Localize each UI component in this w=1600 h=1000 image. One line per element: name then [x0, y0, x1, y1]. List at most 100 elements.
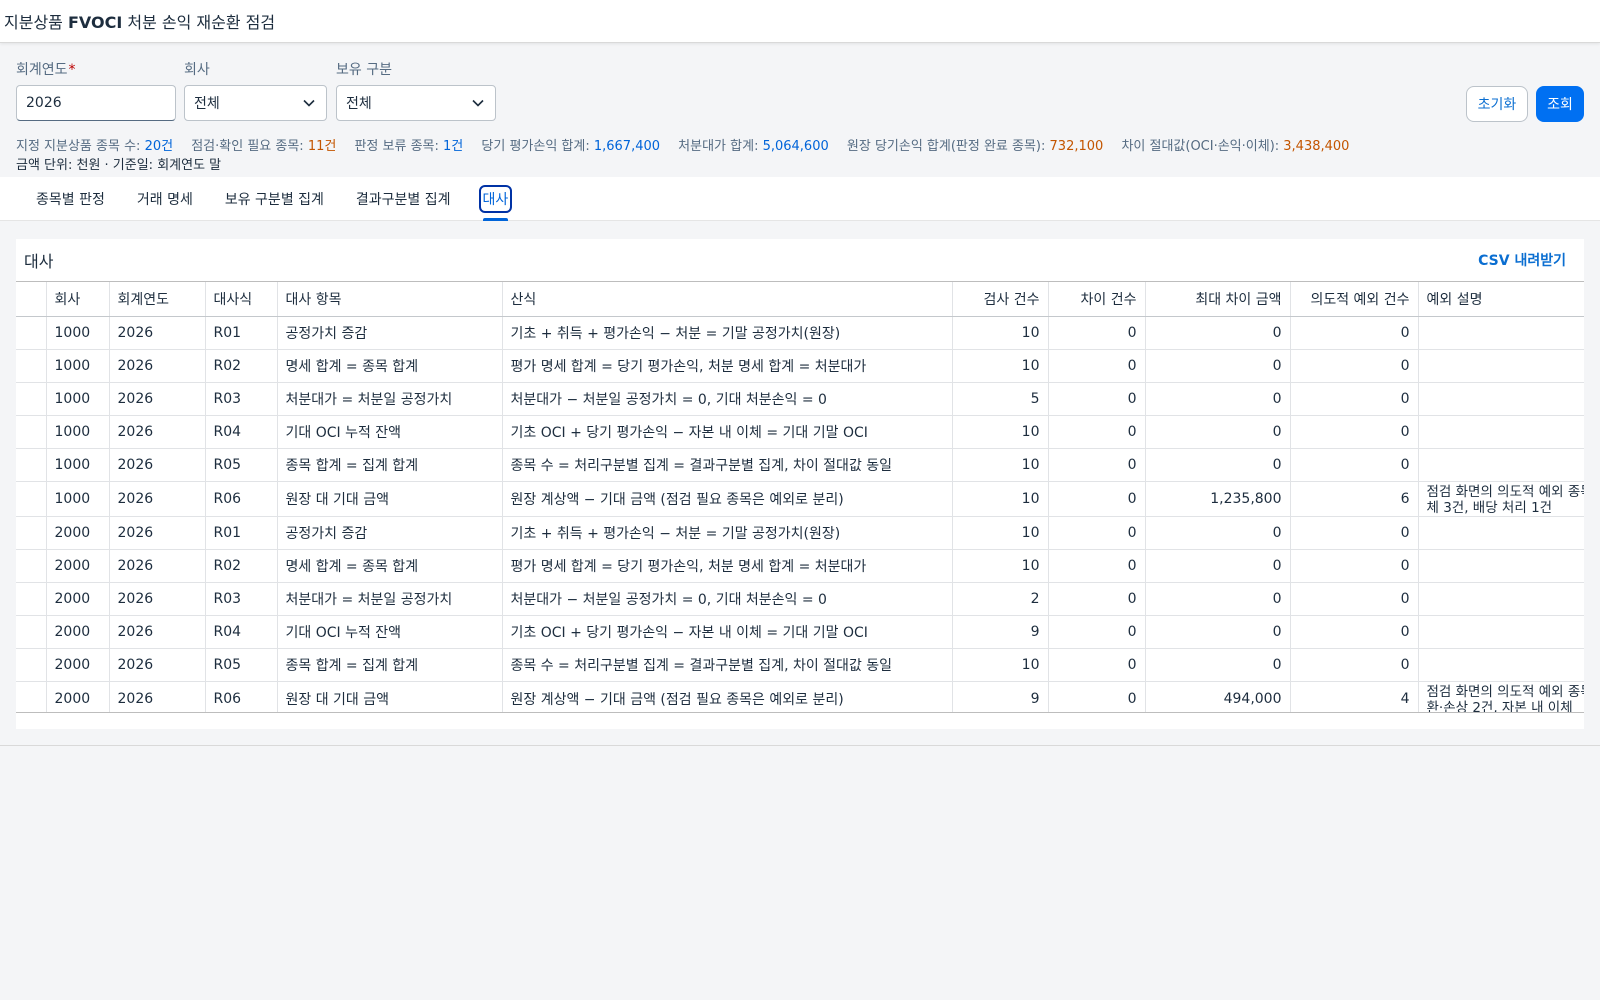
cell-company: 2000 [46, 681, 110, 712]
holding-type-label: 보유 구분 [336, 62, 392, 78]
column-header-item[interactable]: 대사 항목 [277, 282, 503, 317]
stat-item: 지정 지분상품 종목 수: 20건 [16, 139, 174, 154]
table-row[interactable]: 1000 2026 R05 종목 합계 = 집계 합계 종목 수 = 처리구분별 집계 … [16, 448, 1584, 482]
cell-checked-count: 9 [952, 681, 1049, 712]
table-row[interactable]: 1000 2026 R01 공정가치 증감 기초 + 취득 + 평가손익 − 처분 = … [16, 316, 1584, 350]
column-header-formula[interactable]: 산식 [502, 282, 953, 317]
cell-formula: 처분대가 − 처분일 공정가치 = 0, 기대 처분손익 = 0 [502, 382, 953, 416]
column-header-checked-count[interactable]: 검사 건수 [952, 282, 1049, 317]
cell-fiscal-year: 2026 [109, 648, 206, 682]
reset-button[interactable]: 초기화 [1466, 86, 1528, 122]
column-header-fiscal-year[interactable]: 회계연도 [109, 282, 206, 317]
tab-reconciliation[interactable]: 대사 [467, 177, 525, 221]
cell-exception-count: 0 [1290, 415, 1419, 449]
column-header-company[interactable]: 회사 [46, 282, 110, 317]
company-select-value: 전체 [194, 96, 220, 112]
table-row[interactable]: 1000 2026 R04 기대 OCI 누적 잔액 기초 OCI + 당기 평가손익 … [16, 415, 1584, 449]
search-button[interactable]: 조회 [1536, 86, 1584, 122]
cell-item: 공정가치 증감 [277, 316, 503, 350]
cell-exception-note [1418, 549, 1584, 583]
company-select[interactable]: 전체 [184, 85, 327, 121]
cell-max-diff: 494,000 [1145, 681, 1291, 712]
tab-transactions[interactable]: 거래 명세 [121, 177, 209, 221]
panel-header: 대사 CSV 내려받기 [16, 239, 1584, 281]
cell-checked-count: 10 [952, 415, 1049, 449]
tab-label: 대사 [478, 185, 513, 213]
cell-rule: R01 [205, 516, 278, 550]
cell-rule: R03 [205, 582, 278, 616]
table-row[interactable]: 1000 2026 R02 명세 합계 = 종목 합계 평가 명세 합계 = 당기 평가… [16, 349, 1584, 383]
cell-rule: R02 [205, 349, 278, 383]
cell-formula: 평가 명세 합계 = 당기 평가손익, 처분 명세 합계 = 처분대가 [502, 349, 953, 383]
cell-exception-count: 0 [1290, 382, 1419, 416]
table-row[interactable]: 1000 2026 R03 처분대가 = 처분일 공정가치 처분대가 − 처분일 공정가… [16, 382, 1584, 416]
column-header-diff-count[interactable]: 차이 건수 [1048, 282, 1146, 317]
cell-diff-count: 0 [1048, 481, 1146, 517]
cell-rule: R06 [205, 481, 278, 517]
column-header-max-diff[interactable]: 최대 차이 금액 [1145, 282, 1291, 317]
cell-formula: 기초 + 취득 + 평가손익 − 처분 = 기말 공정가치(원장) [502, 516, 953, 550]
cell-company: 2000 [46, 549, 110, 583]
tab-label: 결과구분별 집계 [355, 192, 451, 208]
column-header-rule[interactable]: 대사식 [205, 282, 278, 317]
table-row[interactable]: 2000 2026 R02 명세 합계 = 종목 합계 평가 명세 합계 = 당기 평가… [16, 549, 1584, 583]
table-row[interactable]: 2000 2026 R06 원장 대 기대 금액 원장 계상액 − 기대 금액 (점검 … [16, 681, 1584, 712]
cell-diff-count: 0 [1048, 681, 1146, 712]
table-row[interactable]: 2000 2026 R05 종목 합계 = 집계 합계 종목 수 = 처리구분별 집계 … [16, 648, 1584, 682]
app-header: 지분상품 FVOCI 처분 손익 재순환 점검 [0, 0, 1600, 43]
cell-fiscal-year: 2026 [109, 481, 206, 517]
fiscal-year-input[interactable]: 2026 [16, 85, 176, 121]
cell-exception-count: 4 [1290, 681, 1419, 712]
cell-select [16, 549, 47, 583]
cell-max-diff: 0 [1145, 516, 1291, 550]
unit-note: 금액 단위: 천원 · 기준일: 회계연도 말 [16, 158, 222, 173]
table-row[interactable]: 2000 2026 R04 기대 OCI 누적 잔액 기초 OCI + 당기 평가손익 … [16, 615, 1584, 649]
cell-exception-count: 0 [1290, 549, 1419, 583]
reconciliation-table: 회사 회계연도 대사식 대사 항목 산식 검사 건수 차이 건수 최대 차이 금… [16, 282, 1584, 712]
cell-select [16, 615, 47, 649]
stats-line: 지정 지분상품 종목 수: 20건 점검·확인 필요 종목: 11건 판정 보류… [16, 137, 1584, 156]
cell-select [16, 582, 47, 616]
holding-type-select[interactable]: 전체 [336, 85, 496, 121]
cell-exception-note: 점검 화면의 의도적 예외 종목 순환·손상 2건, 자본 내 이체 [1418, 681, 1584, 712]
table-row[interactable]: 1000 2026 R06 원장 대 기대 금액 원장 계상액 − 기대 금액 (점검 … [16, 481, 1584, 517]
reconciliation-table-wrapper[interactable]: 회사 회계연도 대사식 대사 항목 산식 검사 건수 차이 건수 최대 차이 금… [16, 281, 1584, 713]
tab-by-item[interactable]: 종목별 판정 [20, 177, 121, 221]
cell-item: 원장 대 기대 금액 [277, 481, 503, 517]
cell-max-diff: 0 [1145, 448, 1291, 482]
cell-select [16, 516, 47, 550]
cell-fiscal-year: 2026 [109, 415, 206, 449]
cell-select [16, 316, 47, 350]
cell-item: 종목 합계 = 집계 합계 [277, 448, 503, 482]
cell-company: 2000 [46, 615, 110, 649]
cell-checked-count: 10 [952, 316, 1049, 350]
tab-by-result-type[interactable]: 결과구분별 집계 [340, 177, 467, 221]
cell-exception-note [1418, 648, 1584, 682]
cell-select [16, 415, 47, 449]
cell-item: 처분대가 = 처분일 공정가치 [277, 582, 503, 616]
cell-formula: 기초 + 취득 + 평가손익 − 처분 = 기말 공정가치(원장) [502, 316, 953, 350]
cell-formula: 기초 OCI + 당기 평가손익 − 자본 내 이체 = 기대 기말 OCI [502, 415, 953, 449]
cell-checked-count: 10 [952, 481, 1049, 517]
stat-item: 판정 보류 종목: 1건 [354, 139, 464, 154]
cell-item: 기대 OCI 누적 잔액 [277, 615, 503, 649]
column-header-exception-count[interactable]: 의도적 예외 건수 [1290, 282, 1419, 317]
reconciliation-panel: 대사 CSV 내려받기 회사 회계연도 대사식 대사 항목 산식 검사 건수 차… [16, 239, 1584, 729]
cell-company: 1000 [46, 481, 110, 517]
tab-by-holding-type[interactable]: 보유 구분별 집계 [209, 177, 340, 221]
cell-exception-note [1418, 316, 1584, 350]
cell-fiscal-year: 2026 [109, 382, 206, 416]
csv-download-link[interactable]: CSV 내려받기 [1478, 250, 1566, 270]
cell-exception-count: 0 [1290, 349, 1419, 383]
table-row[interactable]: 2000 2026 R03 처분대가 = 처분일 공정가치 처분대가 − 처분일 공정가… [16, 582, 1584, 616]
cell-select [16, 349, 47, 383]
table-row[interactable]: 2000 2026 R01 공정가치 증감 기초 + 취득 + 평가손익 − 처분 = … [16, 516, 1584, 550]
cell-company: 2000 [46, 516, 110, 550]
cell-checked-count: 9 [952, 615, 1049, 649]
cell-company: 1000 [46, 448, 110, 482]
cell-checked-count: 10 [952, 448, 1049, 482]
column-header-exception-note[interactable]: 예외 설명 [1418, 282, 1584, 317]
cell-select [16, 481, 47, 517]
cell-checked-count: 10 [952, 549, 1049, 583]
cell-exception-note [1418, 448, 1584, 482]
